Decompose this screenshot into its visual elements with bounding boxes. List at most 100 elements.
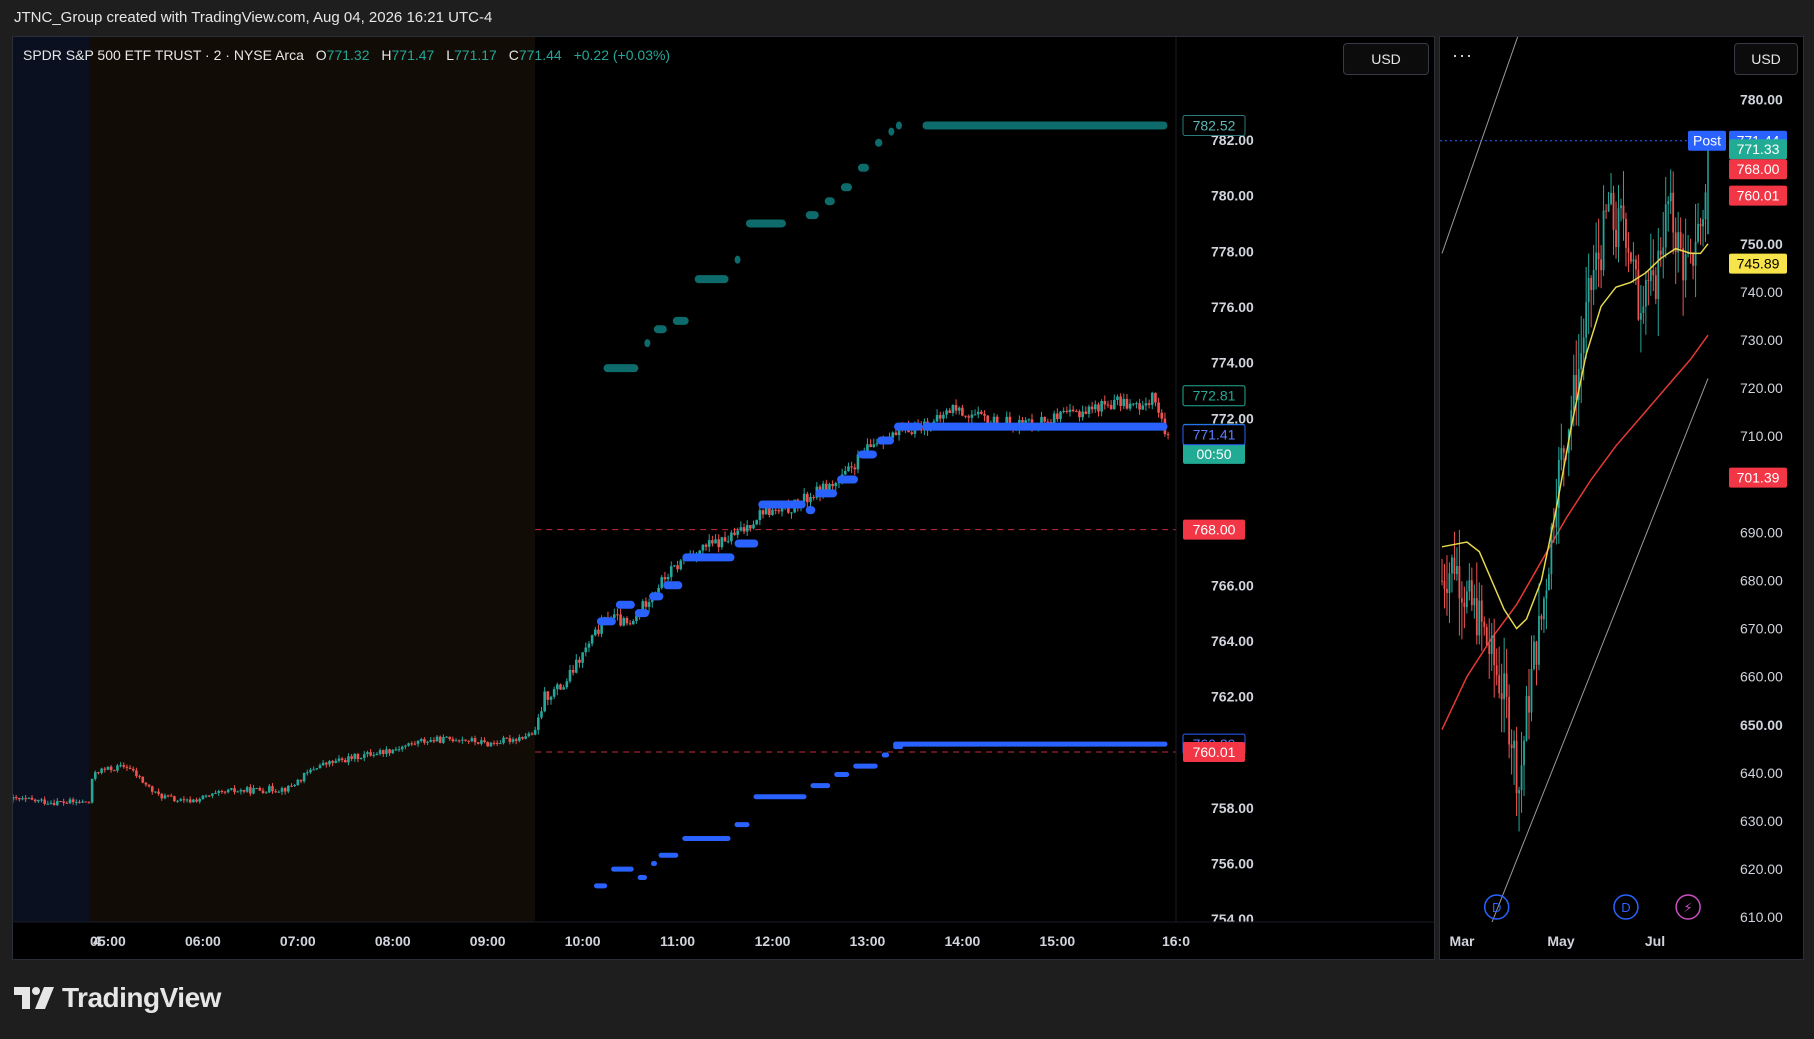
side-time-tick-label: Mar <box>1450 933 1475 949</box>
candle-body <box>324 762 328 765</box>
candle-body <box>220 791 224 793</box>
candle-body <box>261 790 265 793</box>
trail-band-seg <box>876 436 895 445</box>
candle-body <box>211 793 214 796</box>
daily-chart-panel[interactable]: 790.00780.00750.00740.00730.00720.00710.… <box>1439 36 1804 960</box>
candle-body <box>1106 404 1110 406</box>
candle-body <box>59 801 62 803</box>
candle-body <box>1131 403 1135 405</box>
lower-band-seg <box>834 772 850 777</box>
candle-body <box>834 483 838 487</box>
daily-candles <box>1441 138 1709 832</box>
upper-band <box>603 121 1168 373</box>
candle-body <box>480 740 483 744</box>
event-marker-glyph: D <box>1621 900 1630 915</box>
candle-body <box>62 801 65 803</box>
daily-candle-body <box>1615 229 1617 248</box>
lower-band-seg <box>611 866 634 872</box>
candle-body <box>875 443 879 445</box>
candle-body <box>976 411 980 415</box>
candle-body <box>1166 434 1170 436</box>
daily-candle-body <box>1523 740 1525 766</box>
daily-candle-body <box>1662 247 1665 255</box>
candle-body <box>676 565 679 570</box>
candle-body <box>331 761 334 763</box>
candle-body <box>514 739 518 741</box>
time-tick-label: 10:00 <box>565 933 601 949</box>
candle-body <box>407 743 410 746</box>
candle-body <box>27 797 31 799</box>
intraday-chart-panel[interactable]: 782.00 780.00 778.00 776.00 774.00 772.00 766.… <box>12 36 1435 960</box>
candle-body <box>983 413 986 416</box>
daily-candle-body <box>1468 580 1471 592</box>
candle-body <box>173 796 176 802</box>
daily-candle-body <box>1627 247 1630 253</box>
open-value: 771.32 <box>326 47 370 63</box>
candle-body <box>306 772 309 774</box>
time-tick-label: 07:00 <box>280 933 316 949</box>
candle-body <box>217 791 221 793</box>
candle-body <box>271 786 274 792</box>
candle-body <box>739 527 743 531</box>
candle-body <box>179 799 183 801</box>
candle-body <box>353 754 357 759</box>
candle-body <box>52 802 56 806</box>
upper-band-seg <box>805 211 819 220</box>
intraday-chart[interactable]: 782.00780.00778.00776.00774.00772.00766.… <box>13 37 1434 959</box>
candle-body <box>1141 405 1145 410</box>
trail-band <box>596 422 1168 626</box>
side-price-label-text: 701.39 <box>1737 470 1780 486</box>
candle-body <box>49 802 53 804</box>
more-menu-icon[interactable]: ··· <box>1452 45 1473 66</box>
candle-body <box>233 788 236 793</box>
candle-body <box>518 737 521 741</box>
candle-body <box>274 791 277 793</box>
candle-body <box>245 787 249 792</box>
candle-body <box>942 414 945 419</box>
daily-candle-body <box>1639 313 1642 320</box>
candle-body <box>30 797 34 800</box>
currency-button-side[interactable]: USD <box>1734 43 1798 75</box>
daily-candle-body <box>1667 201 1670 205</box>
candle-body <box>717 539 721 548</box>
candle-body <box>556 684 559 690</box>
candle-body <box>388 749 391 754</box>
candle-body <box>112 770 116 772</box>
daily-candle-body <box>1592 270 1595 290</box>
daily-candle-body <box>1448 573 1451 594</box>
candle-body <box>831 483 834 487</box>
daily-candle-body <box>1525 696 1528 741</box>
candle-body <box>666 577 670 580</box>
price-tick-label: 764.00 <box>1211 633 1254 649</box>
trail-band-seg <box>634 609 650 618</box>
daily-candle-body <box>1528 696 1530 713</box>
daily-candle-body <box>1664 204 1667 248</box>
trail-band-seg <box>596 617 616 626</box>
moving-average-yellow <box>1441 243 1709 630</box>
candle-body <box>343 760 347 763</box>
upper-band-seg <box>888 127 895 136</box>
candle-body <box>131 768 135 771</box>
price-axis-bg <box>1176 37 1434 959</box>
currency-button[interactable]: USD <box>1343 43 1429 75</box>
side-price-tick-label: 650.00 <box>1740 717 1783 733</box>
candle-body <box>201 795 205 800</box>
symbol-name[interactable]: SPDR S&P 500 ETF TRUST · 2 · NYSE Arca <box>23 47 304 63</box>
candle-body <box>559 684 562 690</box>
daily-candle-body <box>1692 254 1694 266</box>
candle-body <box>410 743 414 745</box>
candle-body <box>802 493 806 502</box>
daily-candle-body <box>1702 219 1704 227</box>
daily-candle-body <box>1607 204 1610 212</box>
symbol-legend: SPDR S&P 500 ETF TRUST · 2 · NYSE Arca O… <box>23 47 670 63</box>
price-tick-label: 758.00 <box>1211 800 1254 816</box>
candle-body <box>198 799 202 802</box>
candle-body <box>736 530 739 535</box>
daily-chart[interactable]: 790.00780.00750.00740.00730.00720.00710.… <box>1440 37 1803 959</box>
candle-body <box>277 791 281 793</box>
candle-body <box>1112 400 1116 410</box>
daily-candle-body <box>1456 566 1458 575</box>
candle-body <box>318 765 322 769</box>
candle-body <box>150 786 154 792</box>
candle-body <box>707 540 711 547</box>
